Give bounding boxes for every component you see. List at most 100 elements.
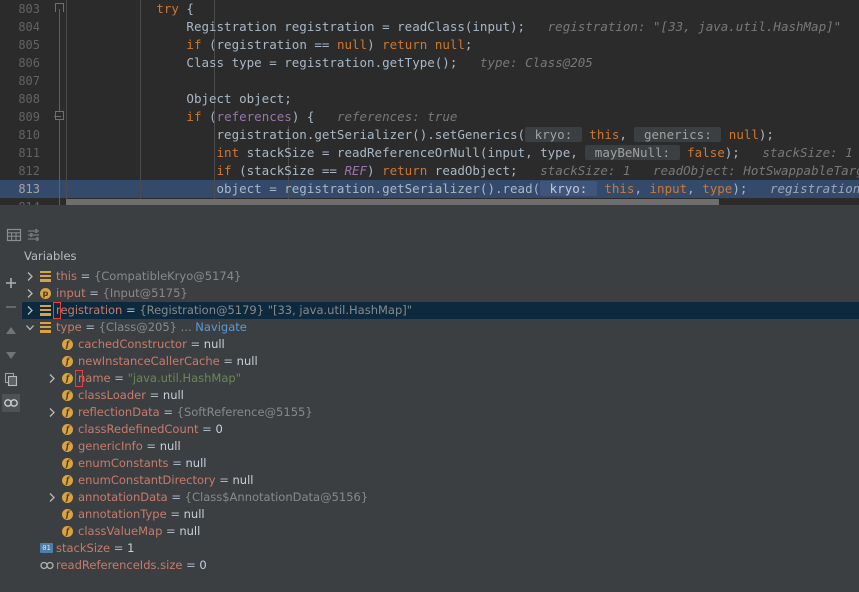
variable-row[interactable]: 01stackSize = 1 (22, 540, 859, 557)
variable-name: enumConstantDirectory (78, 473, 216, 487)
copy-value-button[interactable] (2, 370, 20, 388)
chevron-right-icon[interactable] (46, 489, 58, 506)
fold-column[interactable] (52, 36, 66, 54)
code-line-812[interactable]: 812 if (stackSize == REF) return readObj… (0, 162, 859, 180)
line-number[interactable]: 804 (0, 18, 46, 36)
variable-name: classRedefinedCount (78, 422, 199, 436)
code-text[interactable]: if (references) { references: true (66, 108, 457, 126)
line-number[interactable]: 806 (0, 54, 46, 72)
code-text[interactable]: Object object; (66, 90, 292, 108)
fold-stem (59, 162, 60, 180)
code-text[interactable]: try { (66, 0, 194, 18)
code-line-809[interactable]: 809 if (references) { references: true (0, 108, 859, 126)
code-token-param: generics: (634, 127, 721, 142)
add-watch-button[interactable] (2, 274, 20, 292)
tab-variables[interactable]: Variables (24, 249, 77, 263)
code-line-808[interactable]: 808 Object object; (0, 90, 859, 108)
variable-value: {Class$AnnotationData@5156} (185, 490, 369, 504)
code-token-id: Registration registration = readClass(in… (186, 19, 525, 34)
variable-row[interactable]: fnewInstanceCallerCache = null (22, 353, 859, 370)
code-line-810[interactable]: 810 registration.getSerializer().setGene… (0, 126, 859, 144)
line-number[interactable]: 810 (0, 126, 46, 144)
code-line-806[interactable]: 806 Class type = registration.getType();… (0, 54, 859, 72)
line-number[interactable]: 811 (0, 144, 46, 162)
variable-row[interactable]: fclassRedefinedCount = 0 (22, 421, 859, 438)
fold-column[interactable] (52, 18, 66, 36)
variable-row[interactable]: this = {CompatibleKryo@5174} (22, 268, 859, 285)
fold-column[interactable] (52, 54, 66, 72)
code-token-id: ) { (292, 109, 315, 124)
variable-label: type = {Class@205} ... Navigate (56, 319, 247, 336)
line-number[interactable]: 808 (0, 90, 46, 108)
variable-row[interactable]: type = {Class@205} ... Navigate (22, 319, 859, 336)
line-number[interactable]: 807 (0, 72, 46, 90)
fold-column[interactable] (52, 126, 66, 144)
code-text[interactable]: registration.getSerializer().setGenerics… (66, 126, 774, 144)
fold-column[interactable] (52, 0, 66, 18)
code-token-id: ); (759, 127, 774, 142)
variable-row[interactable]: pinput = {Input@5175} (22, 285, 859, 302)
code-editor[interactable]: 803 try {804 Registration registration =… (0, 0, 859, 212)
line-number[interactable]: 809 (0, 108, 46, 126)
line-number[interactable]: 812 (0, 162, 46, 180)
code-token-param: kryo: (540, 181, 597, 196)
move-down-button[interactable] (2, 346, 20, 364)
code-text[interactable]: if (stackSize == REF) return readObject;… (66, 162, 859, 180)
variable-row[interactable]: fname = "java.util.HashMap" (22, 370, 859, 387)
variable-value: null (233, 473, 254, 487)
chevron-right-icon[interactable] (24, 285, 36, 302)
chevron-right-icon[interactable] (24, 302, 36, 319)
line-number[interactable]: 803 (0, 0, 46, 18)
variable-row[interactable]: fenumConstantDirectory = null (22, 472, 859, 489)
watches-toggle-button[interactable] (2, 394, 20, 412)
navigate-link[interactable]: Navigate (195, 320, 247, 334)
fold-column[interactable] (52, 90, 66, 108)
fold-column[interactable] (52, 72, 66, 90)
variable-row[interactable]: readReferenceIds.size = 0 (22, 557, 859, 574)
variable-equals: = (169, 456, 186, 470)
variable-name: this (56, 269, 77, 283)
fold-column[interactable] (52, 180, 66, 198)
code-text[interactable]: if (registration == null) return null; (66, 36, 472, 54)
move-up-button[interactable] (2, 322, 20, 340)
code-text[interactable]: object = registration.getSerializer().re… (66, 180, 859, 198)
code-line-813[interactable]: 813 object = registration.getSerializer(… (0, 180, 859, 198)
fold-column[interactable] (52, 162, 66, 180)
variable-row[interactable]: fclassLoader = null (22, 387, 859, 404)
code-text[interactable]: Class type = registration.getType(); typ… (66, 54, 593, 72)
settings-sliders-icon[interactable] (26, 227, 42, 243)
code-token-hint: type: Class@205 (457, 55, 592, 70)
chevron-down-icon[interactable] (24, 319, 36, 336)
variable-row[interactable]: fgenericInfo = null (22, 438, 859, 455)
field-variable-icon: f (62, 441, 73, 452)
variable-row[interactable]: freflectionData = {SoftReference@5155} (22, 404, 859, 421)
debugger-tab-strip: Variables (0, 246, 859, 269)
variable-row[interactable]: fannotationType = null (22, 506, 859, 523)
code-line-804[interactable]: 804 Registration registration = readClas… (0, 18, 859, 36)
fold-column[interactable] (52, 144, 66, 162)
variable-row[interactable]: fannotationData = {Class$AnnotationData@… (22, 489, 859, 506)
chevron-right-icon[interactable] (46, 370, 58, 387)
remove-watch-button[interactable] (2, 298, 20, 316)
variable-row[interactable]: fcachedConstructor = null (22, 336, 859, 353)
code-line-811[interactable]: 811 int stackSize = readReferenceOrNull(… (0, 144, 859, 162)
line-number[interactable]: 813 (0, 180, 46, 198)
code-line-803[interactable]: 803 try { (0, 0, 859, 18)
code-token-id: , (619, 127, 634, 142)
code-token-kw: null (337, 37, 367, 52)
fold-collapse-icon[interactable] (55, 3, 64, 12)
code-text[interactable]: int stackSize = readReferenceOrNull(inpu… (66, 144, 853, 162)
line-number[interactable]: 805 (0, 36, 46, 54)
variable-row[interactable]: fclassValueMap = null (22, 523, 859, 540)
variable-row[interactable]: fenumConstants = null (22, 455, 859, 472)
variable-equals: = (110, 541, 127, 555)
code-line-807[interactable]: 807 (0, 72, 859, 90)
fold-column[interactable] (52, 108, 66, 126)
chevron-right-icon[interactable] (46, 404, 58, 421)
variables-tree[interactable]: this = {CompatibleKryo@5174}pinput = {In… (22, 268, 859, 592)
code-text[interactable]: Registration registration = readClass(in… (66, 18, 841, 36)
code-line-805[interactable]: 805 if (registration == null) return nul… (0, 36, 859, 54)
chevron-right-icon[interactable] (24, 268, 36, 285)
show-as-table-icon[interactable] (6, 227, 22, 243)
variable-row[interactable]: registration = {Registration@5179} "[33,… (22, 302, 859, 319)
